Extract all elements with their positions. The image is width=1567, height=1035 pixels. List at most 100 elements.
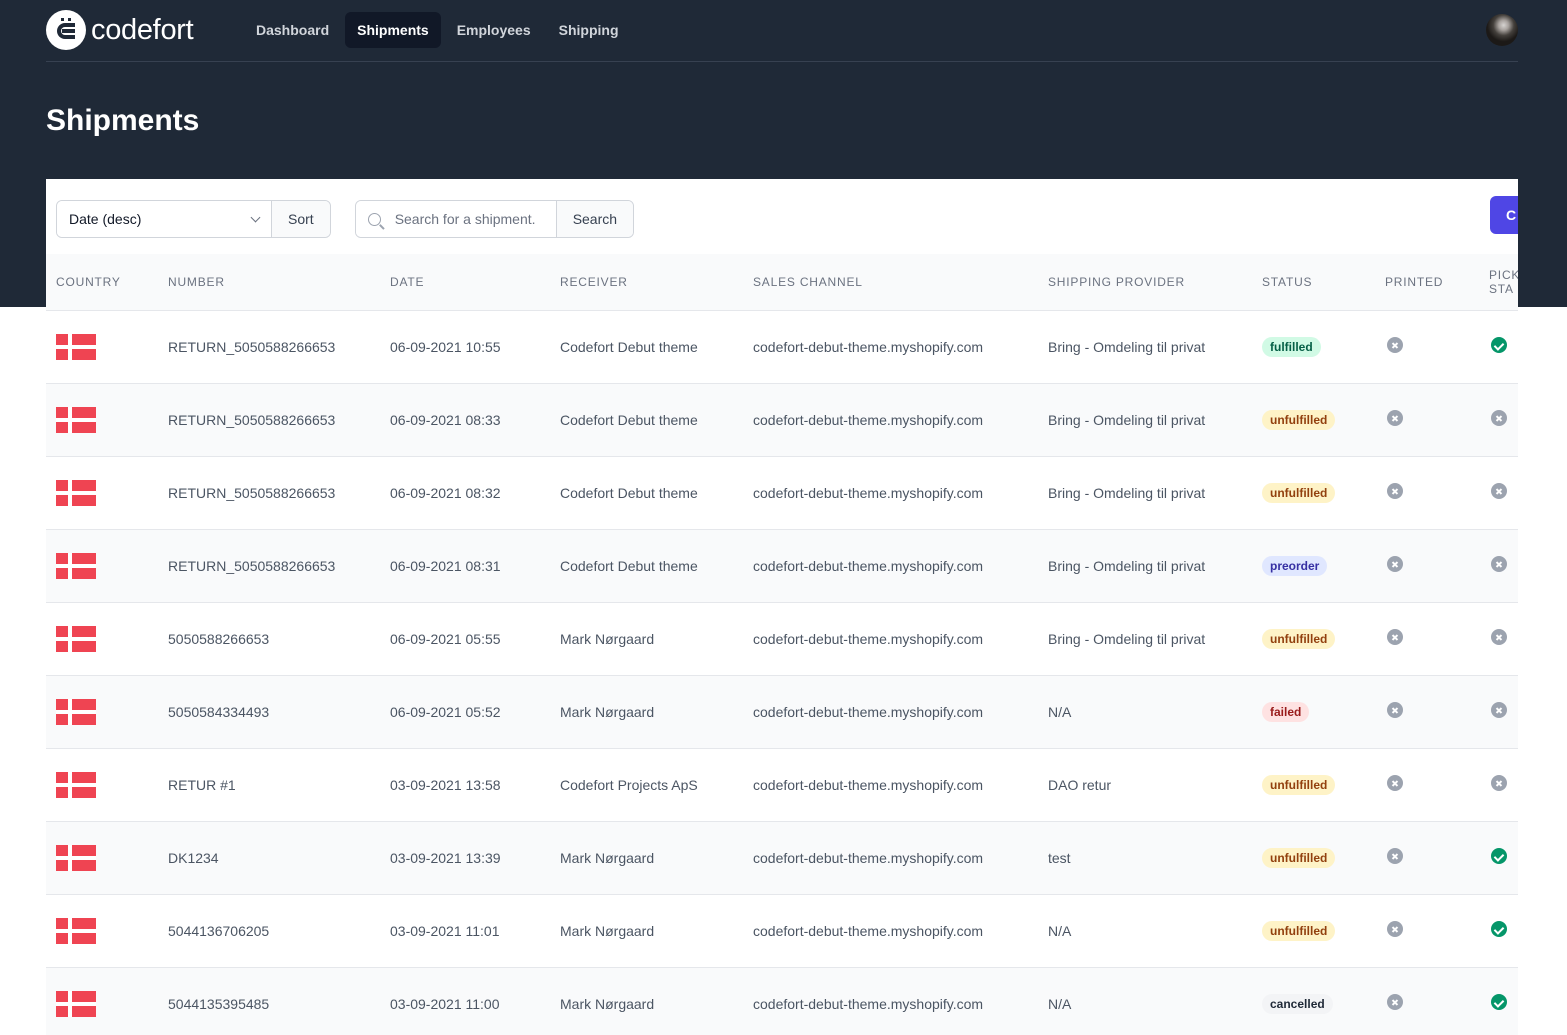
x-circle-icon <box>1387 337 1403 353</box>
country-cell <box>46 310 158 383</box>
number-cell[interactable]: 5044135395485 <box>158 967 380 1035</box>
sort-select[interactable]: Date (desc) <box>57 201 271 237</box>
user-avatar[interactable] <box>1486 14 1518 46</box>
status-cell: unfulfilled <box>1252 383 1375 456</box>
denmark-flag-icon <box>56 771 96 798</box>
number-cell[interactable]: RETUR #1 <box>158 748 380 821</box>
create-shipment-button[interactable]: C <box>1490 196 1518 234</box>
receiver-cell: Codefort Debut theme <box>560 484 698 501</box>
check-circle-icon <box>1491 994 1507 1011</box>
printed-cell <box>1375 529 1479 602</box>
status-badge: failed <box>1262 701 1310 722</box>
country-cell <box>46 456 158 529</box>
number-cell[interactable]: RETURN_5050588266653 <box>158 456 380 529</box>
status-badge: unfulfilled <box>1262 920 1336 941</box>
number-cell[interactable]: 5050588266653 <box>158 602 380 675</box>
table-row[interactable]: DK1234 03-09-2021 13:39 Mark Nørgaard codef… <box>46 821 1518 894</box>
top-nav: codefort Dashboard Shipments Employees Ship… <box>46 0 1518 62</box>
number-cell[interactable]: 5050584334493 <box>158 675 380 748</box>
shipments-card: Date (desc) Sort Search for a shipment. … <box>46 179 1518 1035</box>
codefort-logo-icon <box>46 10 86 50</box>
table-row[interactable]: 5050588266653 06-09-2021 05:55 Mark Nørgaa… <box>46 602 1518 675</box>
nav-item-employees[interactable]: Employees <box>445 12 543 48</box>
table-row[interactable]: 5044135395485 03-09-2021 11:00 Mark Nørgaa… <box>46 967 1518 1035</box>
x-circle-icon <box>1387 775 1403 791</box>
table-row[interactable]: RETURN_5050588266653 06-09-2021 08:31 Code… <box>46 529 1518 602</box>
column-header-status: Status <box>1262 274 1313 289</box>
sort-select-value: Date (desc) <box>69 211 142 227</box>
status-cell: unfulfilled <box>1252 748 1375 821</box>
x-circle-icon <box>1491 410 1507 426</box>
column-header-pick-sta: Pick sta <box>1489 267 1518 296</box>
number-cell[interactable]: RETURN_5050588266653 <box>158 529 380 602</box>
table-row[interactable]: 5050584334493 06-09-2021 05:52 Mark Nørgaa… <box>46 675 1518 748</box>
number-cell[interactable]: 5044136706205 <box>158 894 380 967</box>
status-cell: unfulfilled <box>1252 602 1375 675</box>
denmark-flag-icon <box>56 917 96 944</box>
printed-cell <box>1375 675 1479 748</box>
x-circle-icon <box>1491 775 1507 791</box>
table-row[interactable]: RETURN_5050588266653 06-09-2021 08:32 Code… <box>46 456 1518 529</box>
status-badge: unfulfilled <box>1262 409 1336 430</box>
sales-channel-cell: codefort-debut-theme.myshopify.com <box>753 484 984 501</box>
shipping-provider-cell: Bring - Omdeling til privat <box>1048 630 1206 647</box>
search-button[interactable]: Search <box>555 201 634 237</box>
column-header-shipping-provider: Shipping provider <box>1048 274 1185 289</box>
number-cell[interactable]: DK1234 <box>158 821 380 894</box>
table-row[interactable]: RETUR #1 03-09-2021 13:58 Codefort Project… <box>46 748 1518 821</box>
page-title: Shipments <box>46 104 200 137</box>
printed-cell <box>1375 748 1479 821</box>
number-cell[interactable]: RETURN_5050588266653 <box>158 310 380 383</box>
search-input[interactable]: Search for a shipment. <box>355 201 556 237</box>
brand-logo[interactable]: codefort <box>46 10 194 50</box>
denmark-flag-icon <box>56 990 96 1017</box>
table-row[interactable]: RETURN_5050588266653 06-09-2021 08:33 Code… <box>46 383 1518 456</box>
receiver-cell: Codefort Debut theme <box>560 411 698 428</box>
country-cell <box>46 894 158 967</box>
shipping-provider-cell: DAO retur <box>1048 776 1112 793</box>
search-group: Search for a shipment. Search <box>354 200 635 238</box>
date-cell: 03-09-2021 13:39 <box>390 849 501 866</box>
printed-cell <box>1375 821 1479 894</box>
column-header-receiver: Receiver <box>560 274 628 289</box>
brand-name: codefort <box>91 13 194 46</box>
number-cell[interactable]: RETURN_5050588266653 <box>158 383 380 456</box>
country-cell <box>46 967 158 1035</box>
sort-group: Date (desc) Sort <box>56 200 331 238</box>
table-row[interactable]: RETURN_5050588266653 06-09-2021 10:55 Code… <box>46 310 1518 383</box>
nav-item-shipping[interactable]: Shipping <box>547 12 631 48</box>
denmark-flag-icon <box>56 698 96 725</box>
sort-button[interactable]: Sort <box>271 201 330 237</box>
nav-item-shipments[interactable]: Shipments <box>345 12 441 48</box>
date-cell: 06-09-2021 10:55 <box>390 338 501 355</box>
denmark-flag-icon <box>56 844 96 871</box>
status-badge: cancelled <box>1262 993 1333 1014</box>
search-placeholder: Search for a shipment. <box>394 211 536 227</box>
status-badge: fulfilled <box>1262 336 1321 357</box>
nav-item-dashboard[interactable]: Dashboard <box>244 12 341 48</box>
country-cell <box>46 748 158 821</box>
status-cell: cancelled <box>1252 967 1375 1035</box>
country-cell <box>46 529 158 602</box>
x-circle-icon <box>1491 556 1507 572</box>
status-badge: unfulfilled <box>1262 628 1336 649</box>
pick-status-cell <box>1479 967 1518 1035</box>
status-cell: preorder <box>1252 529 1375 602</box>
column-header-country: Country <box>56 274 121 289</box>
shipping-provider-cell: N/A <box>1048 995 1072 1012</box>
denmark-flag-icon <box>56 479 96 506</box>
x-circle-icon <box>1387 483 1403 499</box>
receiver-cell: Mark Nørgaard <box>560 703 655 720</box>
check-circle-icon <box>1491 848 1507 864</box>
pick-status-cell <box>1479 894 1518 967</box>
shipping-provider-cell: Bring - Omdeling til privat <box>1048 411 1206 428</box>
receiver-cell: Mark Nørgaard <box>560 995 655 1012</box>
sales-channel-cell: codefort-debut-theme.myshopify.com <box>753 776 984 793</box>
receiver-cell: Codefort Projects ApS <box>560 776 698 793</box>
sales-channel-cell: codefort-debut-theme.myshopify.com <box>753 922 984 939</box>
x-circle-icon <box>1387 994 1403 1011</box>
date-cell: 03-09-2021 11:00 <box>390 995 500 1012</box>
table-row[interactable]: 5044136706205 03-09-2021 11:01 Mark Nørgaa… <box>46 894 1518 967</box>
receiver-cell: Mark Nørgaard <box>560 849 655 866</box>
pick-status-cell <box>1479 675 1518 748</box>
